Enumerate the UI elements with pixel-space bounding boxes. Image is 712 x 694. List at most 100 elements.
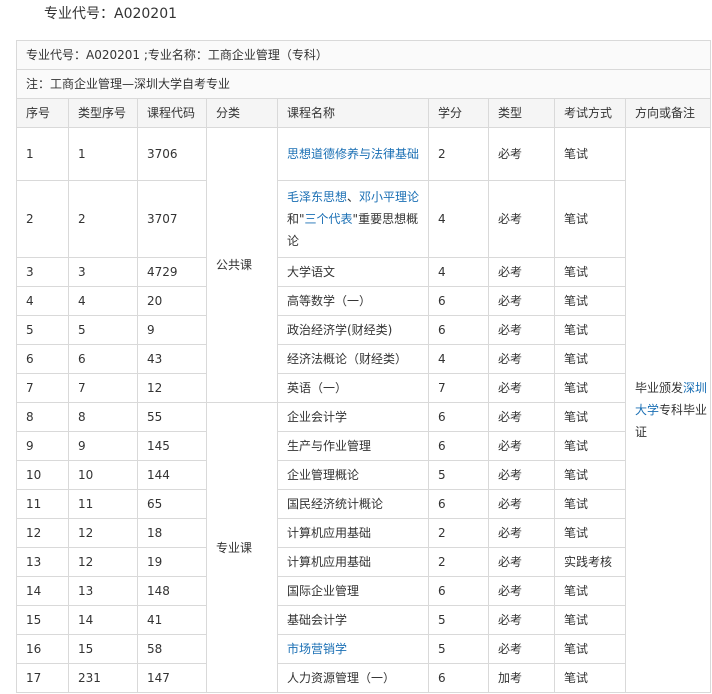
cell-remark: 毕业颁发深圳大学专科毕业证: [624, 127, 712, 693]
cell-type: 必考: [488, 257, 555, 287]
cell-type-index: 6: [68, 344, 138, 374]
table-row: 1 1 3706 公共课 思想道德修养与法律基础 2 必考 笔试 毕业颁发深圳大学专科毕业证: [16, 127, 712, 693]
cell-type: 必考: [488, 576, 555, 606]
cell-exam-method: 笔试: [554, 373, 626, 403]
cell-course-name: 思想道德修养与法律基础: [277, 127, 429, 181]
banner-row-note: 注：工商企业管理—深圳大学自考专业: [15, 69, 712, 99]
cell-credit: 5: [428, 634, 489, 664]
table-row: 15 14 41 基础会计学 5 必考 笔试: [16, 605, 711, 635]
cell-course-name: 市场营销学: [277, 634, 429, 664]
cell-type-index: 10: [68, 460, 138, 490]
course-name-text: 经济法概论（财经类）: [287, 352, 408, 366]
category-public-course: 公共课: [206, 127, 278, 403]
course-name-text: 大学语文: [287, 265, 336, 279]
cell-index: 8: [16, 402, 69, 432]
cell-type: 必考: [488, 605, 555, 635]
cell-course-code: 148: [137, 576, 207, 606]
cell-course-code: 43: [137, 344, 207, 374]
cell-exam-method: 笔试: [554, 634, 626, 664]
cell-course-code: 9: [137, 315, 207, 345]
cell-type-index: 12: [68, 547, 138, 577]
cell-course-code: 18: [137, 518, 207, 548]
cell-type-index: 3: [68, 257, 138, 287]
cell-course-code: 41: [137, 605, 207, 635]
cell-type-index: 9: [68, 431, 138, 461]
cell-type: 必考: [488, 518, 555, 548]
course-name-link[interactable]: 思想道德修养与法律基础: [287, 143, 428, 165]
cell-exam-method: 笔试: [554, 344, 626, 374]
cell-index: 4: [16, 286, 69, 316]
cell-exam-method: 笔试: [554, 460, 626, 490]
cell-course-code: 144: [137, 460, 207, 490]
cell-course-name: 高等数学（一）: [277, 286, 429, 316]
course-name-link[interactable]: 三个代表: [305, 212, 353, 226]
col-header-remark: 方向或备注: [624, 98, 712, 128]
course-name-link[interactable]: 毛泽东思想: [287, 190, 347, 204]
course-name-link[interactable]: 市场营销学: [287, 638, 428, 660]
table-row: 3 3 4729 大学语文 4 必考 笔试: [16, 257, 711, 287]
cell-course-name: 计算机应用基础: [277, 518, 429, 548]
col-header-course-name: 课程名称: [277, 98, 429, 128]
course-name-text: 计算机应用基础: [287, 526, 372, 540]
cell-course-code: 145: [137, 431, 207, 461]
cell-credit: 6: [428, 315, 489, 345]
cell-course-code: 58: [137, 634, 207, 664]
cell-course-code: 3706: [137, 127, 207, 181]
course-name-text: 计算机应用基础: [287, 555, 372, 569]
cell-credit: 4: [428, 257, 489, 287]
cell-type: 必考: [488, 402, 555, 432]
course-name-text: 英语（一）: [287, 381, 348, 395]
cell-exam-method: 笔试: [554, 576, 626, 606]
cell-exam-method: 笔试: [554, 605, 626, 635]
cell-course-name: 人力资源管理（一）: [277, 663, 429, 693]
cell-course-name: 企业管理概论: [277, 460, 429, 490]
table-row: 13 12 19 计算机应用基础 2 必考 实践考核: [16, 547, 711, 577]
cell-exam-method: 笔试: [554, 315, 626, 345]
cell-credit: 6: [428, 431, 489, 461]
col-header-index: 序号: [16, 98, 69, 128]
col-header-exam-method: 考试方式: [554, 98, 626, 128]
cell-credit: 6: [428, 402, 489, 432]
course-name-text: 生产与作业管理: [287, 439, 372, 453]
table-row: 10 10 144 企业管理概论 5 必考 笔试: [16, 460, 711, 490]
cell-type-index: 7: [68, 373, 138, 403]
cell-course-code: 3707: [137, 180, 207, 258]
table-row: 5 5 9 政治经济学(财经类) 6 必考 笔试: [16, 315, 711, 345]
cell-course-code: 65: [137, 489, 207, 519]
table-row: 8 8 55 专业课 企业会计学 6 必考 笔试: [16, 402, 711, 693]
cell-course-name: 国际企业管理: [277, 576, 429, 606]
cell-course-name: 企业会计学: [277, 402, 429, 432]
cell-credit: 4: [428, 180, 489, 258]
cell-type: 必考: [488, 180, 555, 258]
banner-row-major-info: 专业代号：A020201 ;专业名称：工商企业管理（专科）: [15, 40, 712, 70]
cell-course-code: 147: [137, 663, 207, 693]
cell-credit: 2: [428, 518, 489, 548]
cell-credit: 4: [428, 344, 489, 374]
cell-type-index: 15: [68, 634, 138, 664]
cell-course-name: 经济法概论（财经类）: [277, 344, 429, 374]
cell-index: 5: [16, 315, 69, 345]
col-header-credit: 学分: [428, 98, 489, 128]
cell-type-index: 12: [68, 518, 138, 548]
cell-index: 1: [16, 127, 69, 181]
cell-index: 16: [16, 634, 69, 664]
cell-course-code: 20: [137, 286, 207, 316]
table-header-row: 序号 类型序号 课程代码 分类 课程名称 学分 类型 考试方式 方向或备注: [16, 98, 712, 128]
course-name-text: 毛泽东思想、邓小平理论和"三个代表"重要思想概论: [287, 186, 428, 252]
cell-course-name: 政治经济学(财经类): [277, 315, 429, 345]
cell-course-name: 基础会计学: [277, 605, 429, 635]
cell-course-name: 英语（一）: [277, 373, 429, 403]
cell-type-index: 13: [68, 576, 138, 606]
page-heading: 专业代号：A020201: [44, 6, 178, 22]
course-name-link[interactable]: 邓小平理论: [359, 190, 419, 204]
cell-course-name: 大学语文: [277, 257, 429, 287]
col-header-type-index: 类型序号: [68, 98, 138, 128]
cell-type: 必考: [488, 460, 555, 490]
cell-course-code: 12: [137, 373, 207, 403]
cell-credit: 2: [428, 127, 489, 181]
table-row: 7 7 12 英语（一） 7 必考 笔试: [16, 373, 711, 403]
cell-credit: 5: [428, 460, 489, 490]
major-note-text: 注：工商企业管理—深圳大学自考专业: [15, 69, 712, 99]
remark-text: 毕业颁发深圳大学专科毕业证: [635, 377, 710, 443]
cell-index: 11: [16, 489, 69, 519]
